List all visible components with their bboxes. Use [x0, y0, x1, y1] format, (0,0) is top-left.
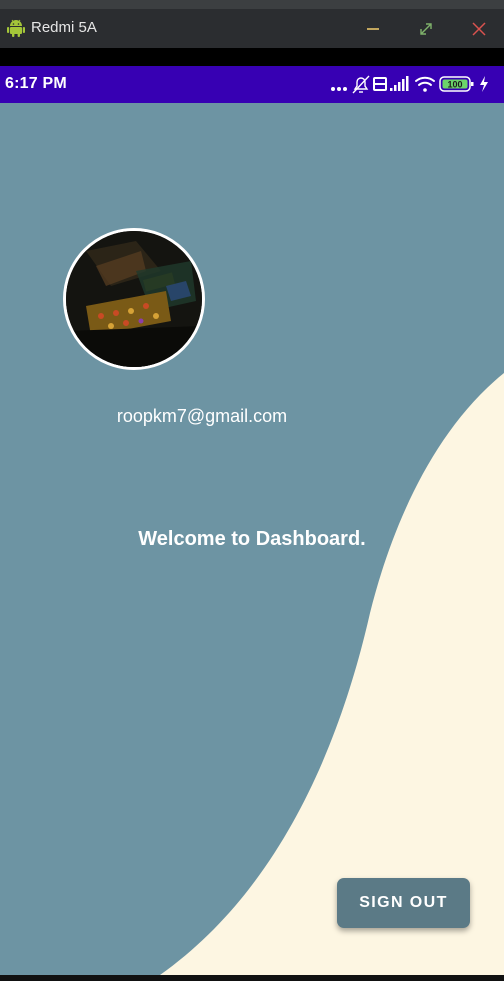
window-titlebar: Redmi 5A [0, 9, 504, 48]
status-bar: 6:17 PM 100 [0, 66, 504, 103]
battery-icon: 100 [439, 76, 474, 92]
dashboard-screen: roopkm7@gmail.com Welcome to Dashboard. … [0, 103, 504, 975]
profile-photo [66, 231, 202, 367]
device-bezel [0, 48, 504, 66]
more-dots-icon [331, 87, 347, 91]
device-bottom-bezel [0, 975, 504, 981]
close-icon[interactable] [466, 16, 492, 42]
user-email: roopkm7@gmail.com [116, 406, 288, 426]
wifi-icon [415, 76, 435, 92]
minimize-icon[interactable] [360, 16, 386, 42]
profile-avatar[interactable] [63, 228, 205, 370]
bell-off-icon [352, 75, 370, 94]
sign-out-button[interactable]: SIGN OUT [337, 878, 470, 928]
signal-icon [390, 76, 409, 91]
volte-icon [373, 77, 387, 91]
status-time: 6:17 PM [5, 75, 67, 92]
window-title: Redmi 5A [31, 19, 97, 36]
battery-level: 100 [447, 80, 462, 90]
android-icon [7, 19, 25, 37]
charging-icon [480, 76, 488, 92]
window-top-strip [0, 0, 504, 9]
maximize-icon[interactable] [413, 16, 439, 42]
welcome-message: Welcome to Dashboard. [138, 528, 366, 550]
status-icons: 100 [331, 75, 488, 94]
